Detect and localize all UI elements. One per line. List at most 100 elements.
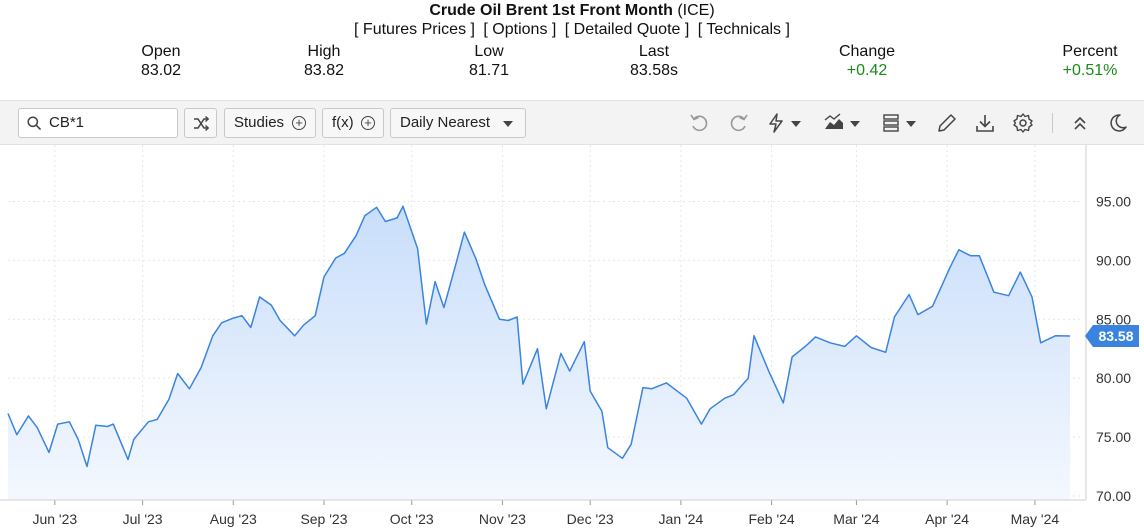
price-point xyxy=(443,306,445,308)
search-icon xyxy=(27,116,41,130)
price-point xyxy=(855,335,857,337)
price-point xyxy=(791,356,793,358)
price-point xyxy=(589,390,591,392)
price-chart[interactable]: 95.00 90.00 85.00 80.00 75.00 70.00 Jun '23 Jul… xyxy=(0,145,1144,532)
link-futures-prices[interactable]: [ Futures Prices ] xyxy=(354,21,475,38)
price-point xyxy=(402,205,404,207)
price-point xyxy=(917,313,919,315)
price-point xyxy=(36,427,38,429)
y-tick-label: 75.00 xyxy=(1096,429,1131,445)
price-point xyxy=(1054,335,1056,337)
price-point xyxy=(583,341,585,343)
price-point xyxy=(241,315,243,317)
price-point xyxy=(425,323,427,325)
y-tick-label: 95.00 xyxy=(1096,193,1131,209)
price-point xyxy=(16,434,18,436)
price-point xyxy=(1069,335,1071,337)
lightning-icon[interactable] xyxy=(766,112,802,134)
price-point xyxy=(343,252,345,254)
price-point xyxy=(607,447,609,449)
x-tick-label: Sep '23 xyxy=(300,511,347,527)
gear-icon[interactable] xyxy=(1012,112,1034,134)
pencil-icon[interactable] xyxy=(936,112,958,134)
price-point xyxy=(1031,296,1033,298)
collapse-icon[interactable] xyxy=(1069,112,1091,134)
price-point xyxy=(1019,271,1021,273)
price-point xyxy=(200,366,202,368)
download-icon[interactable] xyxy=(974,112,996,134)
redo-icon[interactable] xyxy=(728,112,750,134)
price-point xyxy=(463,231,465,233)
price-point xyxy=(908,293,910,295)
price-point xyxy=(133,438,135,440)
price-point xyxy=(484,284,486,286)
stat-label: Low xyxy=(474,43,504,60)
toolbar-divider xyxy=(1052,113,1053,133)
price-point xyxy=(384,220,386,222)
price-point xyxy=(156,418,158,420)
price-point xyxy=(68,421,70,423)
price-point xyxy=(95,424,97,426)
price-point xyxy=(355,234,357,236)
stat-value: 83.02 xyxy=(140,62,182,79)
link-detailed-quote[interactable]: [ Detailed Quote ] xyxy=(565,21,690,38)
x-tick-label: Jun '23 xyxy=(32,511,77,527)
price-point xyxy=(782,402,784,404)
price-point xyxy=(375,206,377,208)
price-point xyxy=(536,348,538,350)
price-area-fill xyxy=(8,206,1070,500)
x-tick-label: Feb '24 xyxy=(748,511,794,527)
studies-button[interactable]: Studies + xyxy=(224,108,316,138)
x-tick-label: Aug '23 xyxy=(210,511,257,527)
price-point xyxy=(7,412,9,414)
price-point xyxy=(753,335,755,337)
price-point xyxy=(560,352,562,354)
link-technicals[interactable]: [ Technicals ] xyxy=(698,21,790,38)
x-tick-label: Jan '24 xyxy=(659,511,704,527)
price-point xyxy=(323,276,325,278)
chevron-down-icon xyxy=(503,121,513,127)
price-point xyxy=(86,465,88,467)
stat-value: +0.42 xyxy=(846,62,888,79)
quote-header: Crude Oil Brent 1st Front Month (ICE) [ … xyxy=(0,0,1144,100)
period-dropdown[interactable]: Daily Nearest xyxy=(390,108,526,138)
layout-icon[interactable] xyxy=(881,112,919,134)
stat-high: High 83.82 xyxy=(264,42,384,80)
price-point xyxy=(475,258,477,260)
quote-links: [ Futures Prices ] [ Options ] [ Detaile… xyxy=(0,21,1144,39)
price-point xyxy=(709,408,711,410)
price-point xyxy=(724,397,726,399)
functions-label: f(x) xyxy=(332,114,354,131)
price-point xyxy=(279,319,281,321)
price-point xyxy=(112,423,114,425)
compare-symbol-button[interactable] xyxy=(184,108,217,138)
price-point xyxy=(829,342,831,344)
chart-type-icon[interactable] xyxy=(823,112,861,134)
price-point xyxy=(498,318,500,320)
theme-moon-icon[interactable] xyxy=(1107,112,1129,134)
y-tick-label: 85.00 xyxy=(1096,311,1131,327)
price-point xyxy=(545,408,547,410)
studies-label: Studies xyxy=(234,114,285,131)
link-options[interactable]: [ Options ] xyxy=(483,21,556,38)
undo-icon[interactable] xyxy=(688,112,710,134)
plus-circle-icon: + xyxy=(292,116,306,130)
stat-low: Low 81.71 xyxy=(429,42,549,80)
price-point xyxy=(168,398,170,400)
instrument-title: Crude Oil Brent 1st Front Month (ICE) xyxy=(0,2,1144,20)
price-point xyxy=(302,324,304,326)
plus-circle-icon: + xyxy=(361,116,375,130)
stat-label: Percent xyxy=(1062,43,1118,60)
price-point xyxy=(650,388,652,390)
stat-percent: Percent +0.51% xyxy=(1030,42,1144,80)
price-point xyxy=(686,397,688,399)
shuffle-icon xyxy=(194,116,209,131)
price-point xyxy=(516,316,518,318)
y-tick-label: 90.00 xyxy=(1096,252,1131,268)
price-point xyxy=(621,457,623,459)
symbol-search-input[interactable]: CB*1 xyxy=(18,108,178,138)
stat-label: Last xyxy=(638,43,670,60)
x-tick-label: Mar '24 xyxy=(833,511,879,527)
functions-button[interactable]: f(x) + xyxy=(322,108,384,138)
x-tick-label: Jul '23 xyxy=(123,511,163,527)
